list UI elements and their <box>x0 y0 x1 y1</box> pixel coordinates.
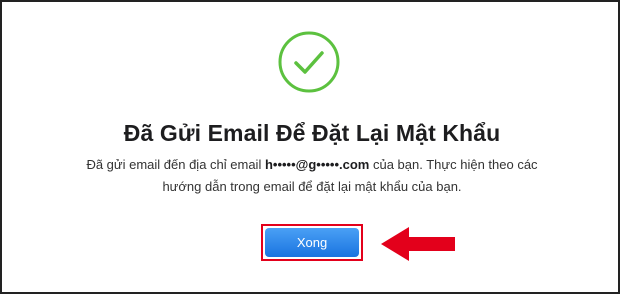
red-arrow-left-icon <box>381 227 455 261</box>
done-button[interactable]: Xong <box>265 228 359 257</box>
message-line-2: hướng dẫn trong email để đặt lại mật khẩ… <box>162 179 462 194</box>
dialog-title: Đã Gửi Email Để Đặt Lại Mật Khẩu <box>123 120 501 146</box>
masked-email: h•••••@g•••••.com <box>264 157 370 172</box>
checkmark-circle-icon <box>278 31 340 93</box>
dialog-message: Đã gửi email đến địa chỉ email h•••••@g•… <box>42 154 582 198</box>
message-prefix: Đã gửi email đến địa chỉ email <box>86 157 265 172</box>
dialog-frame: Đã Gửi Email Để Đặt Lại Mật Khẩu Đã gửi … <box>0 0 620 294</box>
message-suffix: của bạn. Thực hiện theo các <box>369 157 538 172</box>
